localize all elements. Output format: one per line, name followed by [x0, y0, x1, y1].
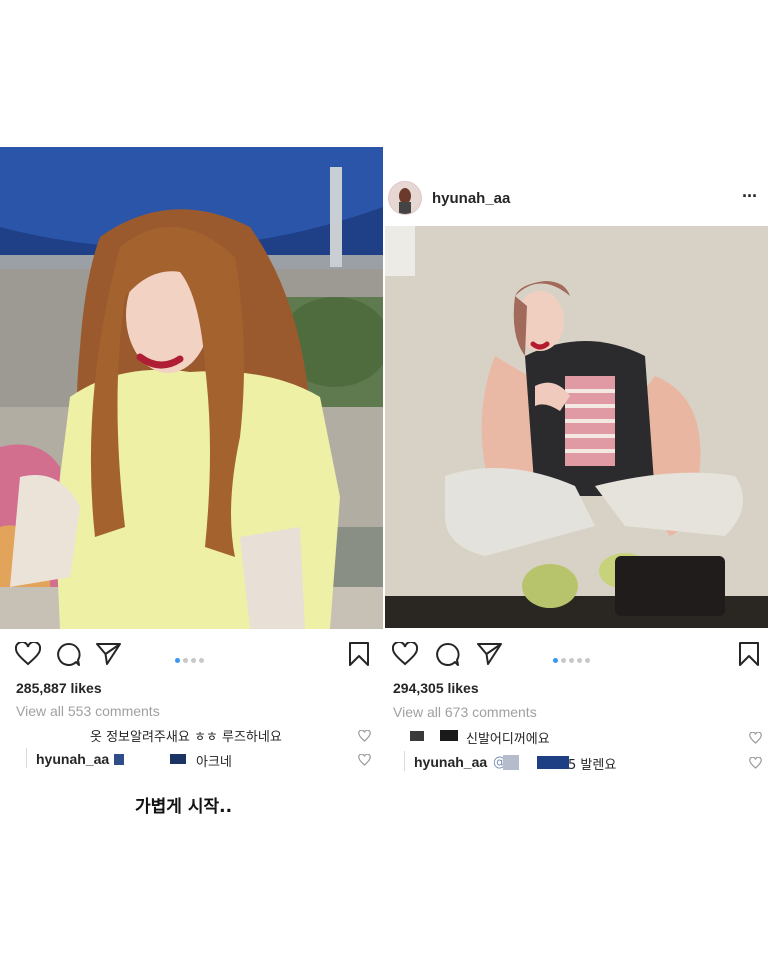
small-heart-icon[interactable]: [358, 730, 371, 742]
carousel-dot: [577, 658, 582, 663]
heart-icon[interactable]: [392, 642, 418, 666]
carousel-dot: [569, 658, 574, 663]
more-options-icon[interactable]: ···: [742, 186, 758, 207]
small-heart-icon[interactable]: [358, 754, 371, 766]
bookmark-icon[interactable]: [738, 641, 760, 667]
post-header-username[interactable]: hyunah_aa: [432, 190, 510, 207]
view-all-comments-link[interactable]: View all 553 comments: [16, 703, 160, 719]
reply-thread-line: [26, 748, 27, 768]
paper-plane-icon[interactable]: [477, 642, 502, 665]
avatar[interactable]: [388, 181, 422, 215]
bookmark-icon[interactable]: [348, 641, 370, 667]
reply-text: 아크네: [196, 755, 232, 770]
likes-count[interactable]: 294,305 likes: [393, 680, 479, 696]
reply-thread-line: [404, 751, 405, 771]
paper-plane-icon[interactable]: [96, 642, 121, 665]
redacted-block: [440, 730, 458, 741]
caption: 가볍게 시작..: [135, 797, 233, 817]
carousel-indicator: [175, 650, 207, 668]
redacted-block: [537, 756, 569, 769]
carousel-dot: [561, 658, 566, 663]
carousel-dot: [199, 658, 204, 663]
right-post-photo[interactable]: [385, 226, 768, 628]
comment-text: 옷 정보알려주새요 ㅎㅎ 루즈하네요: [90, 730, 282, 745]
carousel-dot-active: [553, 658, 558, 663]
redacted-block: [503, 755, 519, 770]
carousel-dot: [191, 658, 196, 663]
carousel-dot-active: [175, 658, 180, 663]
redacted-block: [114, 754, 124, 765]
reply-text: 5 발렌요: [568, 758, 617, 773]
redacted-block: [410, 731, 424, 741]
likes-count[interactable]: 285,887 likes: [16, 680, 102, 696]
heart-icon[interactable]: [15, 642, 41, 666]
comment-bubble-icon[interactable]: [56, 642, 81, 667]
view-all-comments-link[interactable]: View all 673 comments: [393, 704, 537, 720]
carousel-dot: [183, 658, 188, 663]
reply-username[interactable]: hyunah_aa: [36, 751, 109, 767]
left-post-photo[interactable]: [0, 147, 383, 629]
small-heart-icon[interactable]: [749, 757, 762, 769]
carousel-dot: [585, 658, 590, 663]
comment-text: 신발어디꺼에요: [466, 732, 550, 747]
comment-bubble-icon[interactable]: [435, 642, 460, 667]
reply-username[interactable]: hyunah_aa: [414, 754, 487, 770]
redacted-block: [170, 754, 186, 764]
small-heart-icon[interactable]: [749, 732, 762, 744]
carousel-indicator: [553, 650, 593, 668]
